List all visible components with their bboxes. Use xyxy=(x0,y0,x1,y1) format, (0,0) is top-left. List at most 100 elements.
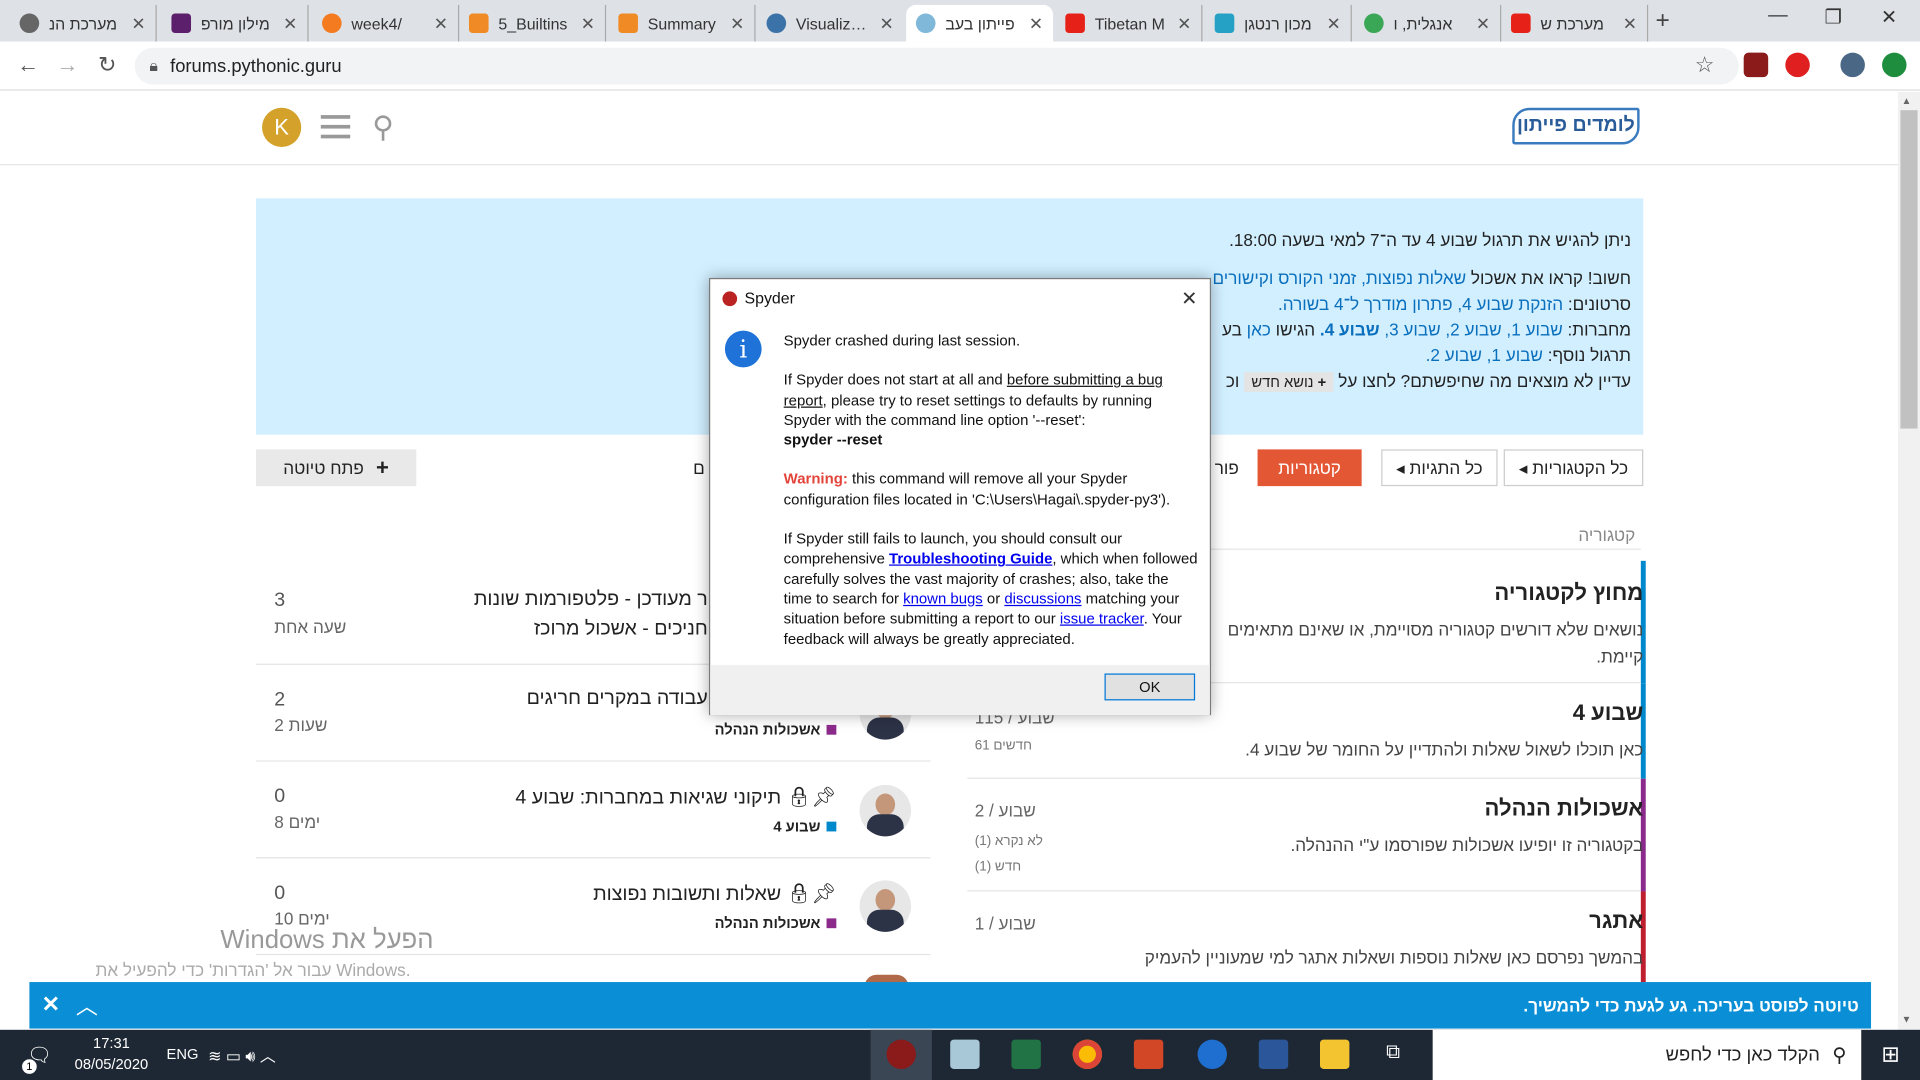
site-logo[interactable]: לומדים פייתון xyxy=(1512,107,1640,145)
topic-activity[interactable]: 2 שעות xyxy=(274,715,327,735)
topic-activity[interactable]: 8 ימים xyxy=(274,812,320,832)
word-icon[interactable] xyxy=(1258,1039,1289,1069)
browser-tab-active[interactable]: פייתון בעב ✕ xyxy=(906,4,1054,42)
scroll-up-icon[interactable]: ▲ xyxy=(1902,96,1912,107)
extension-icon[interactable] xyxy=(1785,52,1810,78)
banner-link[interactable]: כאן xyxy=(1247,320,1271,340)
dialog-close-icon[interactable]: ✕ xyxy=(1181,287,1197,311)
excel-icon[interactable] xyxy=(1011,1039,1041,1069)
topic-author-avatar[interactable] xyxy=(859,784,912,837)
maximize-icon[interactable]: ❐ xyxy=(1825,5,1843,29)
url-text[interactable]: forums.pythonic.guru xyxy=(170,56,342,77)
category-unread-count[interactable]: לא נקרא (1) xyxy=(975,834,1043,849)
banner-link[interactable]: שבוע 1, שבוע 2. xyxy=(1426,345,1543,365)
topic-author-avatar[interactable] xyxy=(859,880,912,932)
open-draft-button[interactable]: פתח טיוטה + xyxy=(255,449,417,487)
browser-tab[interactable]: week4/✕ xyxy=(312,4,460,42)
new-topic-chip[interactable]: + נושא חדש xyxy=(1244,372,1334,392)
close-tab-icon[interactable]: ✕ xyxy=(283,13,297,34)
category-title[interactable]: אשכולות הנהלה xyxy=(970,796,1644,822)
taskbar-search-box[interactable]: ⚲ הקלד כאן כדי לחפש xyxy=(1432,1029,1862,1080)
close-icon[interactable]: ✕ xyxy=(42,992,60,1018)
browser-tab[interactable]: מכון רנטגן ✕ xyxy=(1205,4,1352,42)
star-icon[interactable]: ☆ xyxy=(1695,53,1715,79)
draft-message[interactable]: טיוטה לפוסט בעריכה. גע לגעת כדי להמשיך. xyxy=(1523,996,1858,1016)
topic-title[interactable]: ר מעודכן - פלטפורמות שונות xyxy=(474,589,708,611)
banner-link[interactable]: הזנקת שבוע 4, פתרון מודרך ל־4 בשורה. xyxy=(1278,294,1563,314)
topic-title[interactable]: חניכים - אשכול מרוכז xyxy=(534,618,708,640)
close-tab-icon[interactable]: ✕ xyxy=(1177,13,1191,34)
troubleshooting-link[interactable]: Troubleshooting Guide xyxy=(889,550,1052,567)
banner-link[interactable]: שאלות נפוצות, זמני הקורס וקישורים xyxy=(1212,268,1466,288)
scrollbar-thumb[interactable] xyxy=(1900,110,1918,429)
category-row[interactable]: אשכולות הנהלה בקטגוריה זו יופיעו אשכולות… xyxy=(970,796,1643,858)
url-bar[interactable]: 🔒︎ forums.pythonic.guru xyxy=(134,47,1739,85)
close-tab-icon[interactable]: ✕ xyxy=(434,13,448,34)
update-icon[interactable] xyxy=(1882,52,1907,78)
category-row[interactable]: אתגר בהמשך נפרסם כאן שאלות נוספות ושאלות… xyxy=(970,909,1643,971)
windows-start-icon[interactable]: ⊞ xyxy=(1861,1030,1920,1080)
back-icon[interactable]: ← xyxy=(17,53,39,79)
powerpoint-icon[interactable] xyxy=(1133,1039,1164,1069)
close-tab-icon[interactable]: ✕ xyxy=(1326,13,1340,34)
user-avatar[interactable]: K xyxy=(262,107,302,147)
chevron-up-icon[interactable]: ︿ xyxy=(76,989,98,1021)
browser-tab[interactable]: Tibetan M ✕ xyxy=(1056,4,1203,42)
topic-title[interactable]: 📌︎🔒︎ שאלות ותשובות נפוצות xyxy=(593,882,836,906)
banner-link[interactable]: שבוע 4. xyxy=(1320,320,1380,340)
browser-tab[interactable]: Summary ✕ xyxy=(609,4,756,42)
browser-tab[interactable]: 5_Builtins ✕ xyxy=(459,4,607,42)
tab-partial[interactable]: פור xyxy=(1215,458,1239,478)
chrome-icon[interactable] xyxy=(1072,1039,1103,1069)
known-bugs-link[interactable]: known bugs xyxy=(903,590,983,607)
hamburger-menu-icon[interactable] xyxy=(320,115,351,139)
ok-button[interactable]: OK xyxy=(1104,673,1196,701)
category-title[interactable]: אתגר xyxy=(970,909,1643,935)
task-view-icon[interactable]: ⧉ xyxy=(1386,1042,1400,1064)
topic-title[interactable]: עבודה במקרים חריגים xyxy=(527,688,708,710)
minimize-icon[interactable]: — xyxy=(1768,5,1788,27)
topic-category-badge[interactable]: אשכולות הנהלה xyxy=(715,915,837,932)
close-tab-icon[interactable]: ✕ xyxy=(131,13,145,34)
banner-link[interactable]: שבוע 1, שבוע 2, שבוע 3, xyxy=(1380,320,1563,340)
discussions-link[interactable]: discussions xyxy=(1004,590,1081,607)
topic-replies: 0 xyxy=(274,786,286,807)
file-explorer-icon[interactable] xyxy=(1320,1039,1350,1069)
scroll-down-icon[interactable]: ▼ xyxy=(1902,1014,1912,1025)
search-icon[interactable]: ⚲ xyxy=(372,110,394,146)
language-indicator[interactable]: ENG xyxy=(167,1046,199,1063)
close-tab-icon[interactable]: ✕ xyxy=(1623,13,1637,34)
topic-title[interactable]: 📌︎🔒︎ תיקוני שגיאות במחברות: שבוע 4 xyxy=(515,785,836,809)
system-tray[interactable]: ≋ ▭ 🔊︎ ︿ xyxy=(208,1043,276,1066)
category-new-count[interactable]: חדש (1) xyxy=(975,860,1021,875)
close-tab-icon[interactable]: ✕ xyxy=(880,13,894,34)
close-tab-icon[interactable]: ✕ xyxy=(581,13,595,34)
close-tab-icon[interactable]: ✕ xyxy=(1476,13,1490,34)
taskbar-clock[interactable]: 17:31 08/05/2020 xyxy=(73,1033,149,1075)
issue-tracker-link[interactable]: issue tracker xyxy=(1060,610,1144,627)
browser-tab[interactable]: Visualize P ✕ xyxy=(757,5,904,42)
close-tab-icon[interactable]: ✕ xyxy=(1029,13,1043,34)
new-tab-button[interactable]: + xyxy=(1656,7,1670,35)
tab-categories[interactable]: קטגוריות xyxy=(1257,449,1362,487)
edge-icon[interactable] xyxy=(1197,1039,1227,1069)
forward-icon[interactable]: → xyxy=(56,53,78,79)
tab-partial[interactable]: ם xyxy=(693,458,705,478)
close-window-icon[interactable]: ✕ xyxy=(1881,5,1897,29)
close-tab-icon[interactable]: ✕ xyxy=(730,13,744,34)
all-tags-dropdown[interactable]: ◂ כל התגיות xyxy=(1381,449,1498,487)
topic-category-badge[interactable]: אשכולות הנהלה xyxy=(715,721,837,738)
profile-avatar[interactable] xyxy=(1840,52,1865,78)
browser-tab[interactable]: מילון מורפ ✕ xyxy=(162,4,309,42)
topic-category-badge[interactable]: שבוע 4 xyxy=(773,818,837,835)
browser-tab[interactable]: אנגלית, ו ✕ xyxy=(1354,4,1502,42)
all-categories-dropdown[interactable]: ◂ כל הקטגוריות xyxy=(1503,449,1644,487)
browser-tab[interactable]: מערכת ש ✕ xyxy=(1501,4,1649,42)
ublock-icon[interactable] xyxy=(1743,52,1769,78)
topic-activity[interactable]: שעה אחת xyxy=(274,617,346,637)
reload-icon[interactable]: ↻ xyxy=(98,53,116,79)
browser-tab[interactable]: מערכת הנ ✕ xyxy=(10,4,157,42)
category-new-count[interactable]: 61 חדשים xyxy=(975,738,1032,753)
app-icon[interactable] xyxy=(950,1039,980,1069)
draft-notification-bar[interactable]: ✕ ︿ טיוטה לפוסט בעריכה. גע לגעת כדי להמש… xyxy=(29,982,1872,1029)
